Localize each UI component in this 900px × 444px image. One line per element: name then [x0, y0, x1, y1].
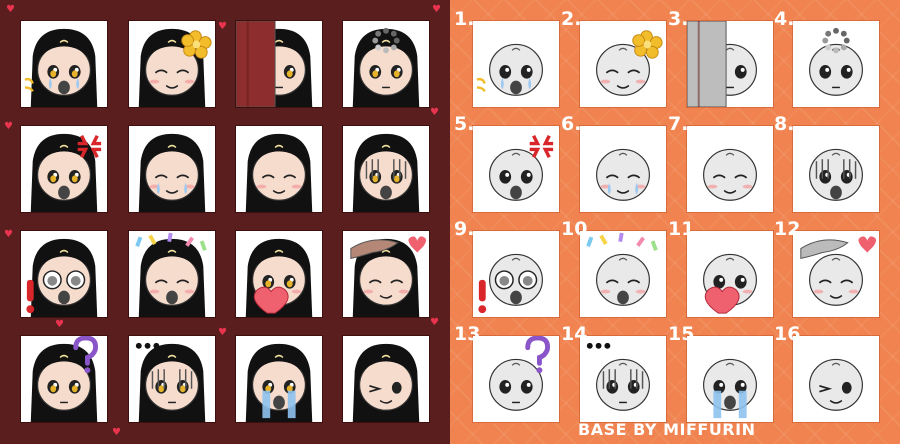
base-emote-tile: [579, 335, 667, 423]
heart-icon: ♥: [218, 327, 227, 338]
emote-tile: [342, 230, 430, 318]
emote-illustration: [135, 232, 207, 317]
emote-illustration: [489, 336, 550, 411]
emote-number: 16: [774, 323, 801, 345]
emote-illustration: [809, 358, 863, 411]
base-emote-tile: [472, 20, 560, 108]
base-emote-panel: 1. 2. 3. 4. 5. 6. 7. 8. 9. 10 11 12 13 14 15 16: [450, 0, 900, 444]
base-emote-tile: [686, 20, 774, 108]
emote-number: 6.: [561, 113, 582, 135]
base-emote-tile: [686, 230, 774, 318]
emote-tile: [20, 20, 108, 108]
base-emote-tile: [792, 335, 880, 423]
emote-illustration: [478, 253, 543, 314]
emote-tile: [342, 125, 430, 213]
base-emote-tile: [792, 230, 880, 318]
emote-tile: [342, 20, 430, 108]
emote-tile: [20, 125, 108, 213]
emote-number: 5.: [454, 113, 475, 135]
emote-tile: [128, 125, 216, 213]
emote-illustration: [30, 133, 102, 212]
emote-illustration: [489, 135, 554, 201]
emote-number: 15: [668, 323, 695, 345]
emote-tile: [235, 230, 323, 318]
base-emote-tile: [579, 125, 667, 213]
emote-tile: [128, 335, 216, 423]
emote-number: 13: [454, 323, 481, 345]
emote-number: 4.: [774, 8, 795, 30]
emote-number: 7.: [668, 113, 689, 135]
emote-number: 11: [668, 218, 695, 240]
emote-illustration: [809, 148, 863, 201]
heart-icon: ♥: [432, 4, 441, 15]
emote-illustration: [30, 336, 98, 422]
emote-illustration: [352, 133, 420, 212]
emote-illustration: [703, 148, 757, 201]
heart-icon: ♥: [55, 319, 64, 330]
emote-tile: [235, 20, 323, 108]
emote-illustration: [236, 21, 313, 107]
emote-illustration: [245, 133, 313, 212]
emote-tile: [20, 230, 108, 318]
base-emote-tile: [579, 20, 667, 108]
emote-illustration: [245, 343, 313, 422]
emote-number: 10: [561, 218, 588, 240]
emote-number: 1.: [454, 8, 475, 30]
heart-icon: ♥: [6, 4, 15, 15]
emote-illustration: [687, 21, 757, 107]
heart-icon: ♥: [430, 317, 439, 328]
heart-icon: ♥: [112, 427, 121, 438]
emote-illustration: [135, 342, 206, 422]
emote-number: 2.: [561, 8, 582, 30]
emote-tile: [342, 335, 430, 423]
emote-number: 8.: [774, 113, 795, 135]
base-credit: BASE BY MIFFURIN: [578, 420, 756, 439]
emote-number: 14: [561, 323, 588, 345]
colored-emote-panel: ♥ ♥ ♥ ♥ ♥ ♥ ♥ ♥ ♥ ♥: [0, 0, 450, 444]
emote-illustration: [138, 28, 212, 107]
emote-tile: [128, 20, 216, 108]
heart-icon: ♥: [430, 107, 439, 118]
emote-illustration: [586, 342, 650, 411]
base-emote-tile: [686, 125, 774, 213]
emote-illustration: [809, 27, 863, 96]
emote-number: 12: [774, 218, 801, 240]
emote-tile: [20, 335, 108, 423]
emote-illustration: [352, 27, 420, 107]
emote-illustration: [138, 133, 206, 212]
base-emote-tile: [472, 125, 560, 213]
base-emote-tile: [792, 20, 880, 108]
heart-icon: ♥: [4, 229, 13, 240]
emote-illustration: [703, 253, 757, 314]
emote-illustration: [703, 358, 757, 419]
emote-illustration: [586, 232, 658, 306]
base-emote-tile: [472, 230, 560, 318]
base-emote-tile: [686, 335, 774, 423]
emote-tile: [128, 230, 216, 318]
emote-illustration: [596, 30, 663, 96]
emote-illustration: [26, 238, 98, 317]
emote-illustration: [476, 43, 543, 96]
base-emote-tile: [579, 230, 667, 318]
emote-tile: [235, 335, 323, 423]
emote-illustration: [352, 343, 420, 422]
emote-tile: [235, 125, 323, 213]
heart-icon: ♥: [218, 21, 227, 32]
emote-illustration: [245, 238, 313, 317]
emote-illustration: [596, 148, 650, 201]
emote-illustration: [24, 28, 98, 107]
emote-number: 9.: [454, 218, 475, 240]
emote-illustration: [800, 236, 877, 306]
emote-illustration: [350, 236, 427, 317]
base-emote-tile: [792, 125, 880, 213]
base-emote-tile: [472, 335, 560, 423]
emote-number: 3.: [668, 8, 689, 30]
heart-icon: ♥: [4, 121, 13, 132]
